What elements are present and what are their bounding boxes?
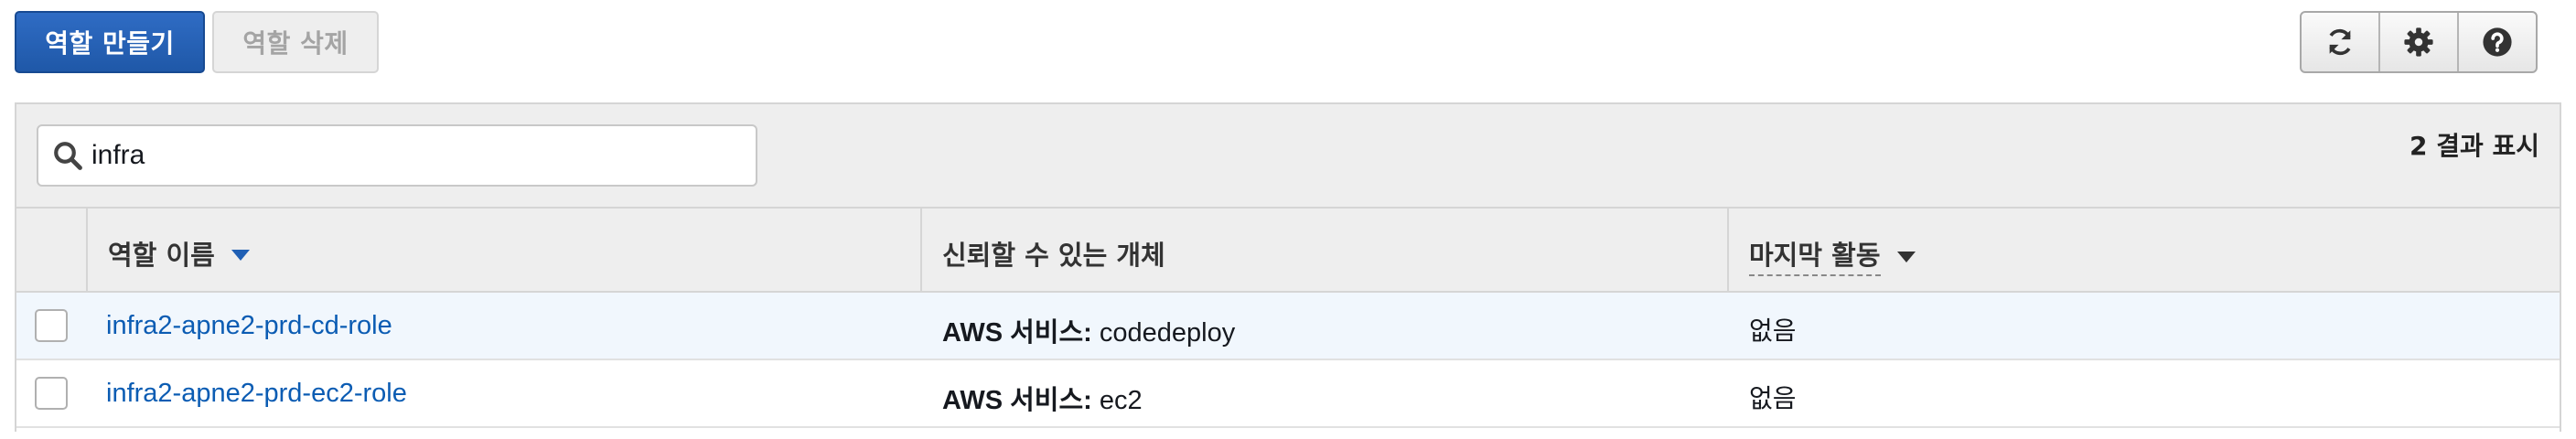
- iam-roles-page: 역할 만들기 역할 삭제 infra 2 결과 표시 역할 이름 신뢰할 수 있…: [0, 0, 2576, 439]
- help-button[interactable]: [2459, 13, 2536, 71]
- result-count: 2 결과 표시: [2409, 131, 2539, 161]
- column-last-activity[interactable]: 마지막 활동: [1729, 209, 2563, 291]
- delete-role-label: 역할 삭제: [242, 28, 349, 59]
- create-role-label: 역할 만들기: [45, 28, 175, 59]
- sort-caret-icon[interactable]: [231, 250, 250, 261]
- refresh-icon: [2329, 28, 2351, 56]
- role-name-link[interactable]: infra2-apne2-prd-cd-role: [106, 311, 392, 341]
- trusted-entity-value: ec2: [1091, 386, 1143, 415]
- settings-button[interactable]: [2380, 13, 2459, 71]
- column-role-name-label: 역할 이름: [108, 240, 215, 271]
- create-role-button[interactable]: 역할 만들기: [15, 11, 205, 73]
- table-row[interactable]: infra2-apne2-prd-ec2-role AWS 서비스: ec2 없…: [16, 360, 2560, 428]
- column-role-name[interactable]: 역할 이름: [88, 209, 922, 291]
- role-name-link[interactable]: infra2-apne2-prd-ec2-role: [106, 379, 407, 409]
- sort-caret-icon[interactable]: [1896, 252, 1916, 262]
- trusted-entity-value: codedeploy: [1091, 318, 1236, 348]
- refresh-button[interactable]: [2302, 13, 2380, 71]
- trusted-entity-prefix: AWS 서비스:: [942, 386, 1092, 415]
- last-activity: 없음: [1749, 383, 1797, 413]
- trusted-entity: AWS 서비스: ec2: [942, 379, 1143, 417]
- table-header: 역할 이름 신뢰할 수 있는 개체 마지막 활동: [16, 209, 2560, 293]
- header-checkbox-column: [16, 209, 88, 291]
- last-activity: 없음: [1749, 316, 1797, 346]
- column-trusted-entities: 신뢰할 수 있는 개체: [922, 209, 1729, 291]
- row-checkbox[interactable]: [35, 377, 68, 410]
- column-trusted-entities-label: 신뢰할 수 있는 개체: [942, 240, 1165, 271]
- tool-button-group: [2300, 11, 2538, 73]
- search-icon: [54, 142, 82, 170]
- search-box[interactable]: [37, 124, 757, 187]
- trusted-entity: AWS 서비스: codedeploy: [942, 311, 1235, 349]
- gear-icon: [2404, 27, 2433, 57]
- filter-bar: 2 결과 표시: [16, 104, 2560, 209]
- table-row[interactable]: infra2-apne2-prd-cd-role AWS 서비스: codede…: [16, 293, 2560, 360]
- column-last-activity-label: 마지막 활동: [1749, 234, 1881, 276]
- trusted-entity-prefix: AWS 서비스:: [942, 318, 1092, 348]
- roles-panel: 2 결과 표시 역할 이름 신뢰할 수 있는 개체 마지막 활동: [15, 102, 2561, 432]
- row-checkbox[interactable]: [35, 309, 68, 342]
- help-icon: [2483, 27, 2512, 57]
- search-input[interactable]: [91, 140, 732, 171]
- delete-role-button[interactable]: 역할 삭제: [212, 11, 379, 73]
